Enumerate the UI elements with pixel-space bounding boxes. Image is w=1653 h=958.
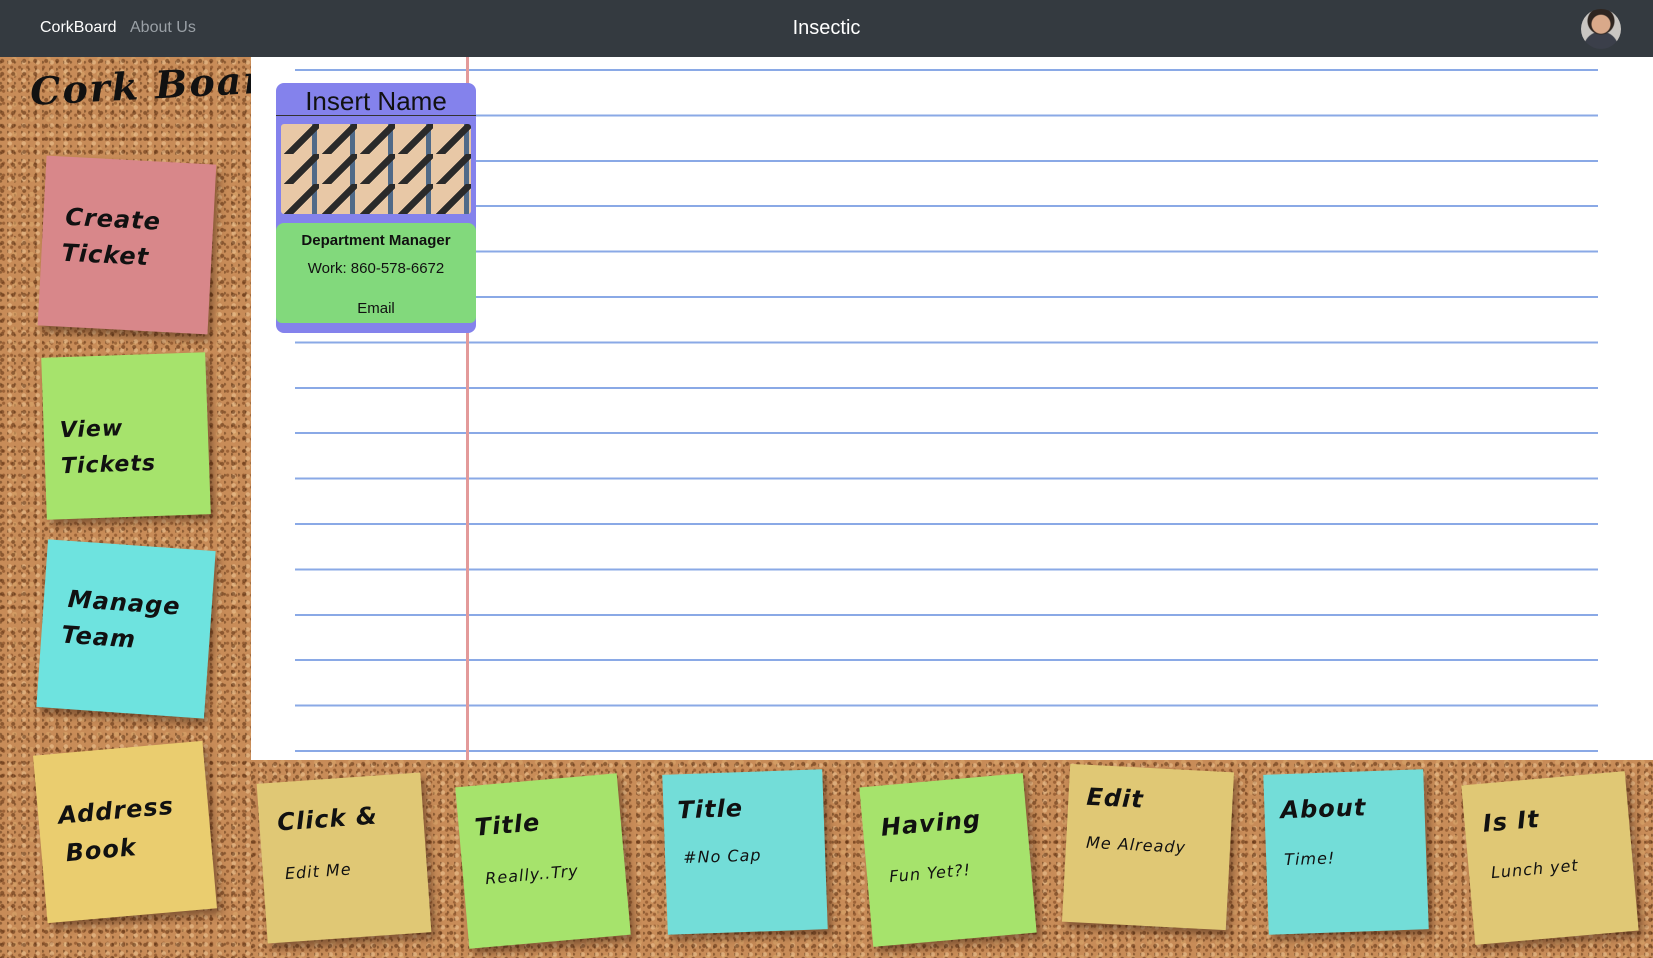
sticky-note[interactable]: Title Really..Try bbox=[455, 773, 631, 949]
sticky-note[interactable]: About Time! bbox=[1263, 769, 1429, 935]
note-line-1: View Tickets bbox=[59, 416, 157, 480]
contact-image bbox=[281, 124, 471, 214]
note-body: Time! bbox=[1283, 848, 1336, 870]
note-body: Lunch yet bbox=[1490, 855, 1580, 883]
manage-team-note[interactable]: Manage Team bbox=[36, 539, 216, 719]
note-line-1: Create bbox=[64, 202, 162, 236]
note-body: Edit Me bbox=[284, 859, 353, 884]
address-book-note[interactable]: Address Book bbox=[33, 740, 217, 924]
sticky-note[interactable]: Edit Me Already bbox=[1061, 763, 1235, 931]
sticky-note[interactable]: Title #No Cap bbox=[662, 769, 828, 935]
ruled-lines bbox=[295, 69, 1598, 759]
note-title: Having bbox=[879, 805, 983, 842]
note-line-2: Book bbox=[64, 833, 138, 868]
page-title: Insectic bbox=[792, 17, 861, 39]
sticky-note[interactable]: Is It Lunch yet bbox=[1461, 771, 1639, 945]
note-line-1: Address bbox=[57, 791, 175, 830]
contact-details: Department Manager Work: 860-578-6672 Em… bbox=[276, 223, 476, 323]
create-ticket-note[interactable]: Create Ticket bbox=[37, 155, 217, 335]
note-body: Really..Try bbox=[484, 860, 580, 889]
note-title: Title bbox=[677, 794, 744, 825]
contact-role: Department Manager bbox=[301, 232, 451, 249]
avatar[interactable] bbox=[1581, 9, 1621, 49]
page-edge bbox=[1645, 57, 1653, 760]
note-title: Title bbox=[473, 808, 542, 842]
note-body: #No Cap bbox=[682, 845, 762, 868]
note-title: About bbox=[1280, 793, 1367, 825]
note-title: Is It bbox=[1481, 804, 1541, 838]
top-navbar: CorkBoard About Us Insectic bbox=[0, 0, 1653, 57]
note-line-2: Team bbox=[60, 620, 138, 654]
contact-phone: Work: 860-578-6672 bbox=[307, 260, 445, 277]
contact-card[interactable]: Insert Name Department Manager Work: 860… bbox=[276, 83, 476, 333]
note-body: Fun Yet?! bbox=[888, 860, 972, 887]
sticky-note[interactable]: Having Fun Yet?! bbox=[859, 773, 1037, 947]
note-line-2: Ticket bbox=[60, 238, 150, 272]
contact-email-link[interactable]: Email bbox=[276, 300, 476, 317]
contact-name: Insert Name bbox=[276, 83, 476, 116]
note-title: Edit bbox=[1085, 782, 1145, 814]
note-title: Click & bbox=[276, 801, 379, 837]
sticky-note[interactable]: Click & Edit Me bbox=[256, 772, 432, 944]
note-body: Me Already bbox=[1085, 832, 1187, 857]
view-tickets-note[interactable]: View Tickets bbox=[41, 352, 211, 520]
